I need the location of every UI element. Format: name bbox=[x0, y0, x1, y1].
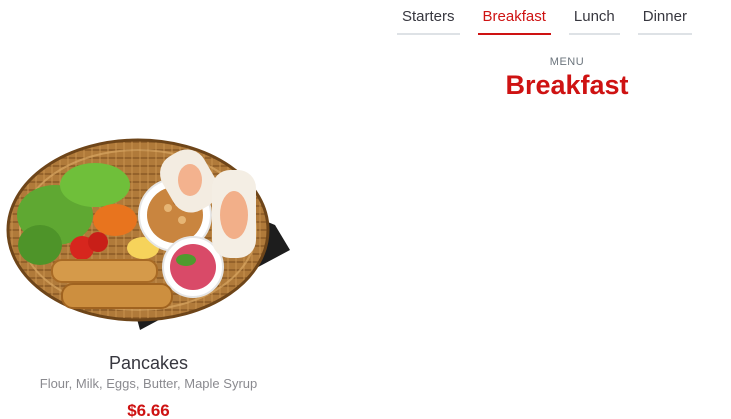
item-name: Pancakes bbox=[108, 353, 189, 373]
item-ingredients: Flour, Milk, Eggs, Butter, Maple Syrup bbox=[39, 376, 258, 391]
menu-tabs: Starters Breakfast Lunch Dinner bbox=[397, 0, 692, 35]
dish-image[interactable] bbox=[0, 130, 297, 340]
item-price: $6.66 bbox=[127, 401, 170, 419]
section-subtitle: MENU bbox=[549, 56, 585, 68]
section-header: MENU Breakfast bbox=[0, 56, 731, 100]
tab-starters[interactable]: Starters bbox=[397, 0, 460, 35]
menu-item: Pancakes Flour, Milk, Eggs, Butter, Mapl… bbox=[0, 130, 297, 419]
tab-dinner[interactable]: Dinner bbox=[637, 0, 692, 35]
tab-lunch[interactable]: Lunch bbox=[568, 0, 620, 35]
tab-breakfast[interactable]: Breakfast bbox=[477, 0, 551, 35]
section-title: Breakfast bbox=[505, 70, 629, 100]
menu-page: Starters Breakfast Lunch Dinner MENU Bre… bbox=[0, 0, 731, 419]
